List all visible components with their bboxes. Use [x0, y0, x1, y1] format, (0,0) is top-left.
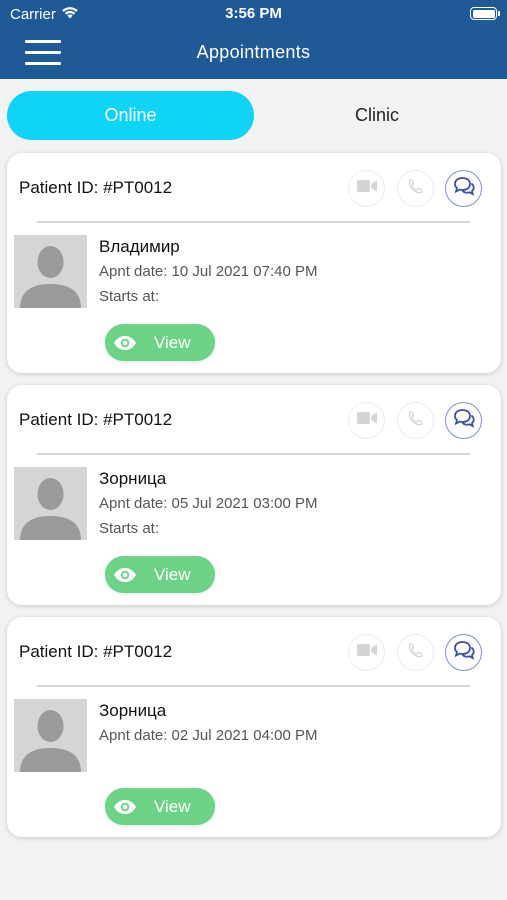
eye-icon: [113, 567, 137, 583]
chat-bubbles-icon: [453, 408, 475, 433]
patient-id: Patient ID: #PT0012: [19, 178, 173, 197]
chat-button[interactable]: [445, 634, 482, 671]
appointment-card: Patient ID: #PT0012 Зорница Apnt date: 0…: [7, 385, 501, 605]
view-button[interactable]: View: [105, 556, 215, 593]
video-call-button[interactable]: [348, 402, 385, 439]
patient-name: Зорница: [99, 701, 167, 720]
phone-icon: [407, 642, 424, 664]
video-camera-icon: [356, 643, 377, 662]
appointment-card: Patient ID: #PT0012 Владимир Apnt date: …: [7, 153, 501, 373]
person-silhouette-icon: [14, 699, 87, 772]
phone-call-button[interactable]: [397, 402, 434, 439]
divider: [37, 685, 470, 687]
chat-bubbles-icon: [453, 176, 475, 201]
app-header: Carrier 3:56 PM Appointments: [0, 0, 507, 79]
video-call-button[interactable]: [348, 170, 385, 207]
patient-name: Владимир: [99, 237, 180, 256]
appointment-card: Patient ID: #PT0012 Зорница Apnt date: 0…: [7, 617, 501, 837]
phone-icon: [407, 410, 424, 432]
person-silhouette-icon: [14, 467, 87, 540]
view-button-label: View: [154, 332, 191, 352]
page-title: Appointments: [196, 42, 311, 62]
view-button-label: View: [154, 796, 191, 816]
chat-bubbles-icon: [453, 640, 475, 665]
starts-at: Starts at:: [99, 288, 160, 305]
status-time: 3:56 PM: [225, 5, 282, 22]
battery-icon: [470, 7, 500, 20]
phone-call-button[interactable]: [397, 170, 434, 207]
phone-call-button[interactable]: [397, 634, 434, 671]
chat-button[interactable]: [445, 170, 482, 207]
appointment-date: Apnt date: 05 Jul 2021 03:00 PM: [99, 495, 318, 512]
view-button[interactable]: View: [105, 788, 215, 825]
appointment-date: Apnt date: 10 Jul 2021 07:40 PM: [99, 263, 318, 280]
video-call-button[interactable]: [348, 634, 385, 671]
phone-icon: [407, 178, 424, 200]
view-button-label: View: [154, 564, 191, 584]
divider: [37, 453, 470, 455]
patient-id: Patient ID: #PT0012: [19, 642, 173, 661]
status-bar: Carrier 3:56 PM: [0, 0, 507, 28]
eye-icon: [113, 335, 137, 351]
appointment-type-tabs: Online Clinic: [7, 91, 500, 140]
video-camera-icon: [356, 179, 377, 198]
appointment-date: Apnt date: 02 Jul 2021 04:00 PM: [99, 727, 318, 744]
starts-at: Starts at:: [99, 520, 160, 537]
tab-online[interactable]: Online: [7, 91, 254, 140]
patient-name: Зорница: [99, 469, 167, 488]
view-button[interactable]: View: [105, 324, 215, 361]
eye-icon: [113, 799, 137, 815]
video-camera-icon: [356, 411, 377, 430]
divider: [37, 221, 470, 223]
tab-clinic[interactable]: Clinic: [254, 91, 500, 140]
patient-id: Patient ID: #PT0012: [19, 410, 173, 429]
person-silhouette-icon: [14, 235, 87, 308]
chat-button[interactable]: [445, 402, 482, 439]
